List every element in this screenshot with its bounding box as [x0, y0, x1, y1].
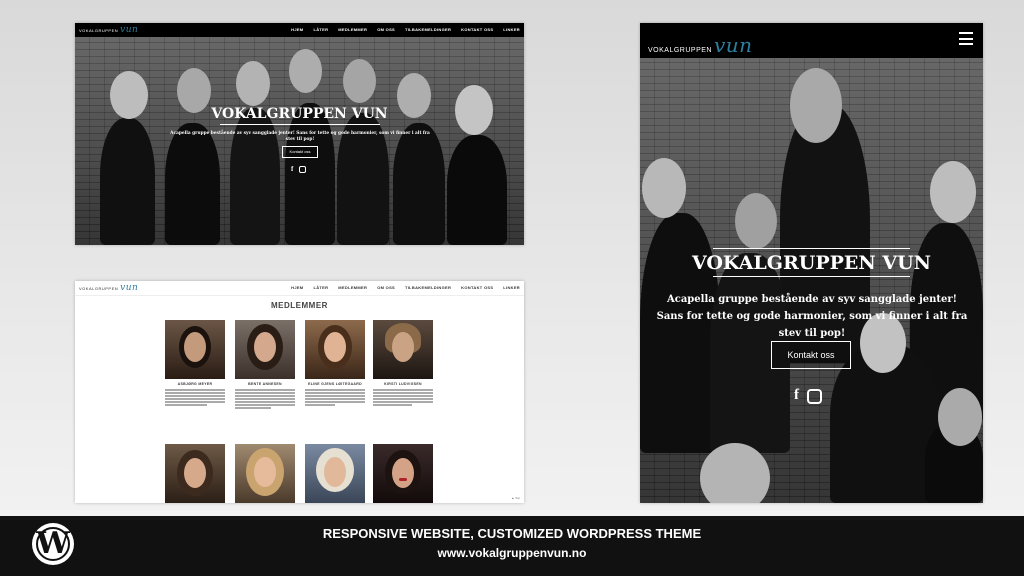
nav-item-tilbakemeldinger[interactable]: TILBAKEMELDINGER — [405, 27, 451, 32]
member-photo — [373, 444, 433, 503]
project-description: RESPONSIVE WEBSITE, CUSTOMIZED WORDPRESS… — [322, 526, 702, 541]
members-navbar: VOKALGRUPPEN vun HJEM LÅTER MEDLEMMER OM … — [75, 281, 524, 296]
member-photo — [165, 320, 225, 379]
instagram-icon[interactable] — [807, 389, 822, 404]
hamburger-menu-icon[interactable] — [959, 32, 973, 45]
nav-item-linker[interactable]: LINKER — [503, 285, 520, 290]
nav-item-om-oss[interactable]: OM OSS — [377, 285, 395, 290]
main-nav: HJEM LÅTER MEDLEMMER OM OSS TILBAKEMELDI… — [291, 27, 520, 32]
site-logo[interactable]: VOKALGRUPPEN vun — [79, 283, 138, 293]
member-photo — [305, 444, 365, 503]
members-page-screenshot: VOKALGRUPPEN vun HJEM LÅTER MEDLEMMER OM … — [75, 281, 524, 503]
member-photo — [305, 320, 365, 379]
member-name: KIRSTI LUDVIGSEN — [384, 382, 422, 386]
site-logo[interactable]: VOKALGRUPPEN vun — [79, 25, 138, 35]
member-card: BENTE ANNESEN — [235, 320, 295, 410]
footer-bar: W RESPONSIVE WEBSITE, CUSTOMIZED WORDPRE… — [0, 516, 1024, 576]
nav-item-later[interactable]: LÅTER — [313, 27, 328, 32]
main-nav: HJEM LÅTER MEDLEMMER OM OSS TILBAKEMELDI… — [291, 285, 520, 290]
mobile-hero-screenshot: VOKALGRUPPEN vun VOKALGRUPPEN VUN Acapell… — [640, 23, 983, 503]
mobile-navbar: VOKALGRUPPEN vun — [640, 23, 983, 58]
member-photo — [235, 320, 295, 379]
site-logo[interactable]: VOKALGRUPPEN vun — [648, 33, 753, 57]
nav-item-tilbakemeldinger[interactable]: TILBAKEMELDINGER — [405, 285, 451, 290]
member-photo — [165, 444, 225, 503]
member-bio — [235, 389, 295, 409]
member-card: ASBJØRG MEYER — [165, 320, 225, 407]
facebook-icon[interactable]: f — [291, 165, 293, 173]
website-url[interactable]: www.vokalgruppenvun.no — [0, 546, 1024, 560]
member-bio — [373, 389, 433, 406]
hero-title: VOKALGRUPPEN VUN — [211, 106, 388, 122]
hero-title: VOKALGRUPPEN VUN — [691, 252, 932, 274]
member-bio — [165, 389, 225, 406]
nav-item-medlemmer[interactable]: MEDLEMMER — [338, 285, 367, 290]
member-bio — [305, 389, 365, 406]
member-card: KIRSTI LUDVIGSEN — [373, 320, 433, 407]
nav-item-hjem[interactable]: HJEM — [291, 285, 303, 290]
member-name: ELINE GJENS LØITEGAARD — [308, 382, 362, 386]
member-card — [373, 444, 433, 503]
member-name: ASBJØRG MEYER — [177, 382, 213, 386]
member-card — [165, 444, 225, 503]
contact-button[interactable]: Kontakt oss — [771, 341, 851, 369]
hero-tagline: Acapella gruppe bestående av syv sanggla… — [656, 294, 968, 339]
nav-item-kontakt-oss[interactable]: KONTAKT OSS — [461, 285, 493, 290]
nav-item-linker[interactable]: LINKER — [503, 27, 520, 32]
member-card: ELINE GJENS LØITEGAARD — [305, 320, 365, 407]
desktop-hero-screenshot: VOKALGRUPPEN vun HJEM LÅTER MEDLEMMER OM … — [75, 23, 524, 245]
nav-item-om-oss[interactable]: OM OSS — [377, 27, 395, 32]
member-photo — [235, 444, 295, 503]
member-name: BENTE ANNESEN — [248, 382, 282, 386]
back-to-top-link[interactable]: ▲ Top — [511, 496, 520, 500]
nav-item-hjem[interactable]: HJEM — [291, 27, 303, 32]
hero-tagline: Acapella gruppe bestående av syv sanggla… — [170, 131, 430, 142]
nav-item-later[interactable]: LÅTER — [313, 285, 328, 290]
member-card — [305, 444, 365, 503]
desktop-navbar: VOKALGRUPPEN vun HJEM LÅTER MEDLEMMER OM … — [75, 23, 524, 37]
member-photo — [373, 320, 433, 379]
member-card — [235, 444, 295, 503]
nav-item-kontakt-oss[interactable]: KONTAKT OSS — [461, 27, 493, 32]
instagram-icon[interactable] — [299, 166, 307, 173]
contact-button[interactable]: Kontakt oss — [282, 146, 318, 158]
nav-item-medlemmer[interactable]: MEDLEMMER — [338, 27, 367, 32]
facebook-icon[interactable]: f — [794, 387, 799, 404]
page-title: MEDLEMMER — [271, 301, 328, 310]
